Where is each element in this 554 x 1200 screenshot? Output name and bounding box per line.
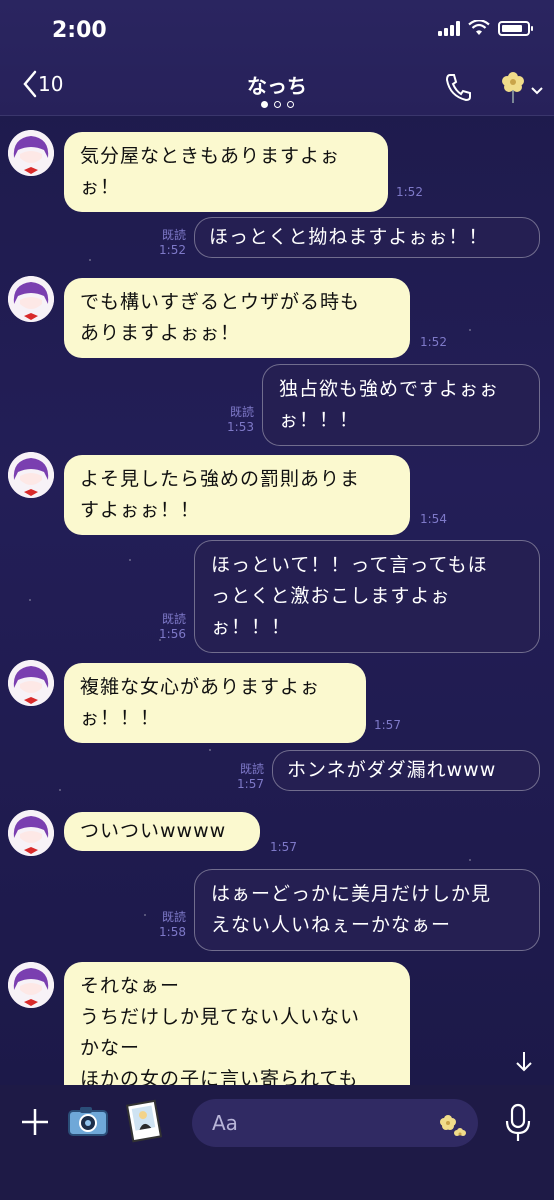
avatar-image xyxy=(8,452,54,498)
message-time: 1:57 xyxy=(374,718,401,732)
message-bubble[interactable]: よそ見したら強めの罰則ありま すよぉぉ！！ xyxy=(64,455,410,535)
message-bubble[interactable]: それなぁー うちだけしか見てない人いない かなー ほかの女の子に言い寄られても xyxy=(64,962,410,1092)
message-line: 独占欲も強めですよぉぉ xyxy=(279,378,500,400)
message-line: ついついwwww xyxy=(80,820,227,842)
phone-icon[interactable] xyxy=(444,72,472,102)
avatar-image xyxy=(8,660,54,706)
outgoing-message: 独占欲も強めですよぉぉ ぉ！！！ xyxy=(262,364,540,446)
avatar[interactable] xyxy=(8,130,54,176)
avatar[interactable] xyxy=(8,962,54,1008)
battery-fill xyxy=(502,24,522,32)
status-icons xyxy=(438,20,533,36)
page-indicator xyxy=(0,101,554,108)
arrow-down-icon[interactable] xyxy=(514,1050,534,1074)
read-receipt: 既読 1:52 xyxy=(159,228,186,257)
message-bubble[interactable]: 気分屋なときもありますよぉ ぉ！ xyxy=(64,132,388,212)
avatar-image xyxy=(8,962,54,1008)
avatar[interactable] xyxy=(8,452,54,498)
outgoing-message: はぁーどっかに美月だけしか見 えない人いねぇーかなぁー xyxy=(194,869,540,951)
message-line: ありますよぉぉ！ xyxy=(80,322,241,344)
avatar-image xyxy=(8,130,54,176)
incoming-message: それなぁー うちだけしか見てない人いない かなー ほかの女の子に言い寄られても xyxy=(64,962,410,1092)
message-time: 1:52 xyxy=(420,335,447,349)
message-bubble[interactable]: 複雑な女心がありますよぉ ぉ！！！ xyxy=(64,663,366,743)
message-line: ぉ！！！ xyxy=(279,409,360,431)
message-time: 1:57 xyxy=(270,840,297,854)
message-line: はぁーどっかに美月だけしか見 xyxy=(211,883,492,905)
page-dot xyxy=(260,101,268,108)
status-time: 2:00 xyxy=(52,18,107,43)
avatar-image xyxy=(8,276,54,322)
message-line: かなー xyxy=(80,1037,141,1059)
message-time: 1:52 xyxy=(396,185,423,199)
message-bubble[interactable]: ほっといて！！って言ってもほ っとくと激おこしますよぉ ぉ！！！ xyxy=(194,540,540,653)
incoming-message: 複雑な女心がありますよぉ ぉ！！！ xyxy=(64,663,366,743)
message-line: えない人いねぇーかなぁー xyxy=(211,914,452,936)
message-bubble[interactable]: 独占欲も強めですよぉぉ ぉ！！！ xyxy=(262,364,540,446)
outgoing-message: ほっとくと拗ねますよぉぉ！！ xyxy=(194,217,540,258)
read-receipt: 既読 1:58 xyxy=(159,910,186,939)
input-placeholder: Aa xyxy=(212,1111,238,1135)
message-line: すよぉぉ！！ xyxy=(80,499,201,521)
read-receipt: 既読 1:57 xyxy=(237,762,264,791)
page-dot xyxy=(286,101,294,108)
incoming-message: ついついwwww xyxy=(64,812,260,851)
message-line: 複雑な女心がありますよぉ xyxy=(80,676,321,698)
message-line: よそ見したら強めの罰則ありま xyxy=(80,468,361,490)
message-bubble[interactable]: ホンネがダダ漏れwww xyxy=(272,750,540,791)
chevron-down-icon[interactable] xyxy=(530,86,544,96)
message-line: ぉ！！！ xyxy=(80,707,161,729)
incoming-message: 気分屋なときもありますよぉ ぉ！ xyxy=(64,132,388,212)
sticker-icon[interactable] xyxy=(436,1107,468,1139)
chat-header: 2:00 10 なっち xyxy=(0,0,554,116)
message-line: うちだけしか見てない人いない xyxy=(80,1006,361,1028)
input-bar: Aa xyxy=(0,1085,554,1200)
plus-icon[interactable] xyxy=(20,1107,50,1137)
camera-icon[interactable] xyxy=(66,1103,110,1139)
message-bubble[interactable]: ついついwwww xyxy=(64,812,260,851)
avatar[interactable] xyxy=(8,276,54,322)
message-bubble[interactable]: ほっとくと拗ねますよぉぉ！！ xyxy=(194,217,540,258)
read-receipt: 既読 1:53 xyxy=(227,405,254,434)
message-line: ぉ！！！ xyxy=(211,616,292,638)
message-bubble[interactable]: はぁーどっかに美月だけしか見 えない人いねぇーかなぁー xyxy=(194,869,540,951)
outgoing-message: ホンネがダダ漏れwww xyxy=(272,750,540,791)
page-dot xyxy=(273,101,281,108)
message-line: 気分屋なときもありますよぉ xyxy=(80,145,341,167)
read-receipt: 既読 1:56 xyxy=(159,612,186,641)
message-time: 1:54 xyxy=(420,512,447,526)
message-bubble[interactable]: でも構いすぎるとウザがる時も ありますよぉぉ！ xyxy=(64,278,410,358)
message-line: でも構いすぎるとウザがる時も xyxy=(80,291,361,313)
microphone-icon[interactable] xyxy=(504,1103,532,1143)
message-line: ホンネがダダ漏れwww xyxy=(287,759,497,781)
message-line: っとくと激おこしますよぉ xyxy=(211,585,451,607)
signal-icon xyxy=(438,20,460,36)
message-line: ほっといて！！って言ってもほ xyxy=(211,554,488,576)
message-line: ぉ！ xyxy=(80,176,121,198)
photo-icon[interactable] xyxy=(124,1099,164,1143)
incoming-message: でも構いすぎるとウザがる時も ありますよぉぉ！ xyxy=(64,278,410,358)
message-line: それなぁー xyxy=(80,975,181,997)
message-line: ほっとくと拗ねますよぉぉ！！ xyxy=(209,226,489,248)
avatar[interactable] xyxy=(8,810,54,856)
outgoing-message: ほっといて！！って言ってもほ っとくと激おこしますよぉ ぉ！！！ xyxy=(194,540,540,653)
flower-icon[interactable] xyxy=(498,68,528,104)
battery-icon xyxy=(498,20,533,36)
wifi-icon xyxy=(468,20,490,35)
avatar-image xyxy=(8,810,54,856)
incoming-message: よそ見したら強めの罰則ありま すよぉぉ！！ xyxy=(64,455,410,535)
avatar[interactable] xyxy=(8,660,54,706)
